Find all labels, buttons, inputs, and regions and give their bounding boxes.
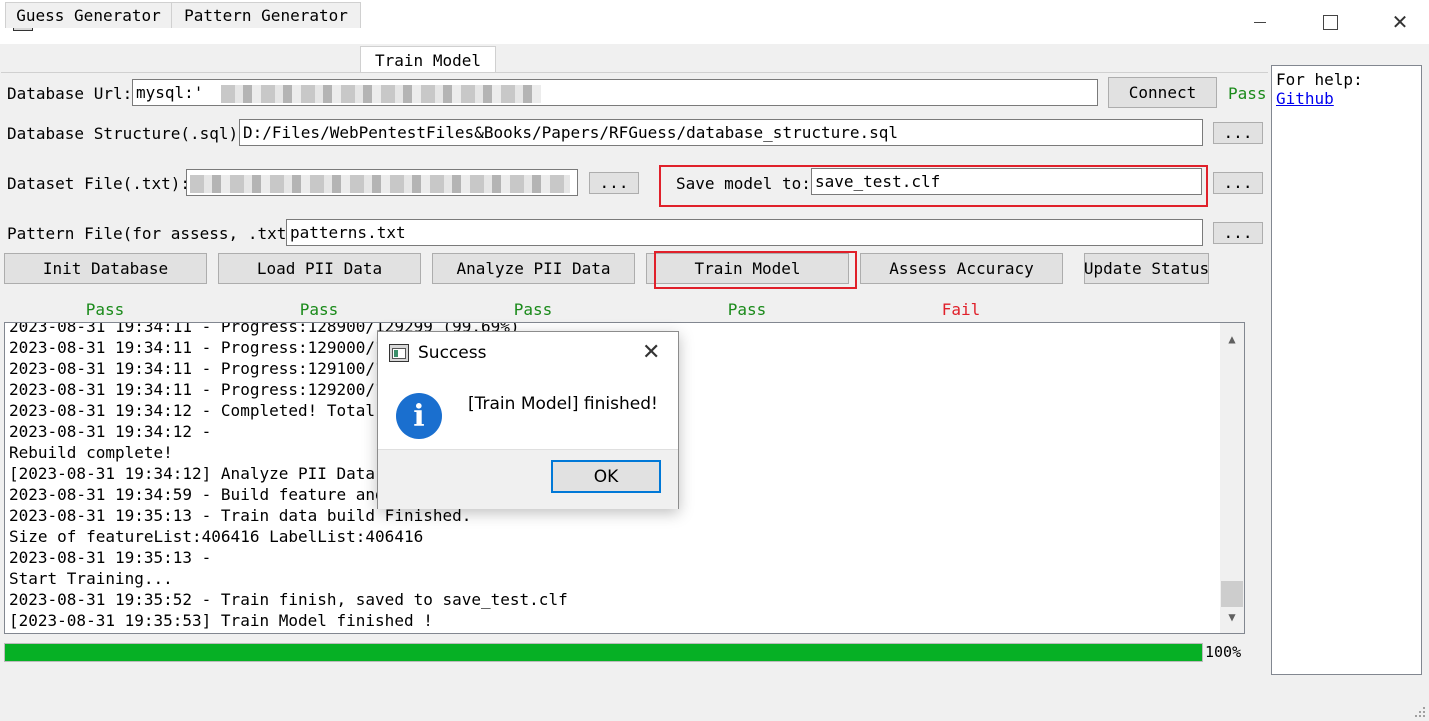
github-link[interactable]: Github <box>1276 89 1334 108</box>
help-panel: For help: Github <box>1271 65 1422 675</box>
info-icon: i <box>396 393 442 439</box>
redacted-text <box>190 174 570 193</box>
save-model-browse-button[interactable]: ... <box>1213 172 1263 194</box>
pattern-input[interactable]: patterns.txt <box>286 219 1203 246</box>
maximize-button[interactable] <box>1295 0 1365 44</box>
window-close-button[interactable]: ✕ <box>1365 0 1429 44</box>
db-url-input[interactable]: mysql:' <box>132 79 1098 106</box>
log-line: 2023-08-31 19:35:52 - Train finish, save… <box>9 590 568 609</box>
dialog-message: [Train Model] finished! <box>468 394 658 414</box>
train-model-highlight <box>654 251 857 289</box>
dataset-browse-button[interactable]: ... <box>589 172 639 194</box>
dialog-app-icon <box>389 344 409 362</box>
dialog-close-icon[interactable]: ✕ <box>642 340 660 365</box>
assess-accuracy-button[interactable]: Assess Accuracy <box>860 253 1063 284</box>
analyze-pii-data-status: Pass <box>513 300 553 319</box>
log-line: Start Training... <box>9 569 173 588</box>
tab-train-model[interactable]: Train Model <box>360 46 496 74</box>
update-status-button[interactable]: Update Status <box>1084 253 1209 284</box>
db-structure-browse-button[interactable]: ... <box>1213 122 1263 144</box>
db-url-value: mysql:' <box>136 83 204 102</box>
progress-fill <box>5 644 1202 661</box>
help-text: For help: <box>1276 70 1363 89</box>
success-dialog: Success ✕ i [Train Model] finished! OK <box>377 331 679 509</box>
train-model-status: Pass <box>727 300 767 319</box>
redacted-text <box>221 84 542 103</box>
scroll-up-icon[interactable]: ▲ <box>1220 327 1244 351</box>
scroll-thumb[interactable] <box>1221 581 1243 607</box>
progress-label: 100% <box>1205 643 1242 661</box>
log-line: Size of featureList:406416 LabelList:406… <box>9 527 424 546</box>
load-pii-data-button[interactable]: Load PII Data <box>218 253 421 284</box>
tab-guess-generator[interactable]: Guess Generator <box>5 2 172 28</box>
log-scrollbar[interactable]: ▲ ▼ <box>1220 323 1244 633</box>
dialog-title: Success <box>418 343 487 363</box>
scroll-down-icon[interactable]: ▼ <box>1220 605 1244 629</box>
save-model-label: Save model to: <box>676 174 811 193</box>
db-structure-label: Database Structure(.sql): <box>7 124 248 143</box>
connect-button[interactable]: Connect <box>1108 77 1217 108</box>
load-pii-data-status: Pass <box>299 300 339 319</box>
db-url-label: Database Url: <box>7 84 133 103</box>
log-line: 2023-08-31 19:35:13 - <box>9 548 212 567</box>
progress-bar <box>4 643 1203 662</box>
pattern-label: Pattern File(for assess, .txt) <box>7 224 296 243</box>
dataset-label: Dataset File(.txt): <box>7 174 191 193</box>
minimize-button[interactable] <box>1225 0 1295 44</box>
dataset-input[interactable] <box>186 169 578 196</box>
pattern-browse-button[interactable]: ... <box>1213 222 1263 244</box>
init-database-button[interactable]: Init Database <box>4 253 207 284</box>
assess-accuracy-status: Fail <box>941 300 981 319</box>
dialog-footer: OK <box>378 449 678 509</box>
connect-status: Pass <box>1228 84 1267 103</box>
save-model-input[interactable]: save_test.clf <box>811 168 1202 195</box>
ok-button[interactable]: OK <box>551 460 661 493</box>
resize-grip-icon[interactable] <box>1413 705 1427 719</box>
analyze-pii-data-button[interactable]: Analyze PII Data <box>432 253 635 284</box>
log-line: [2023-08-31 19:35:53] Train Model finish… <box>9 611 433 630</box>
tab-pattern-generator[interactable]: Pattern Generator <box>171 2 361 28</box>
db-structure-input[interactable]: D:/Files/WebPentestFiles&Books/Papers/RF… <box>239 119 1203 146</box>
init-database-status: Pass <box>85 300 125 319</box>
